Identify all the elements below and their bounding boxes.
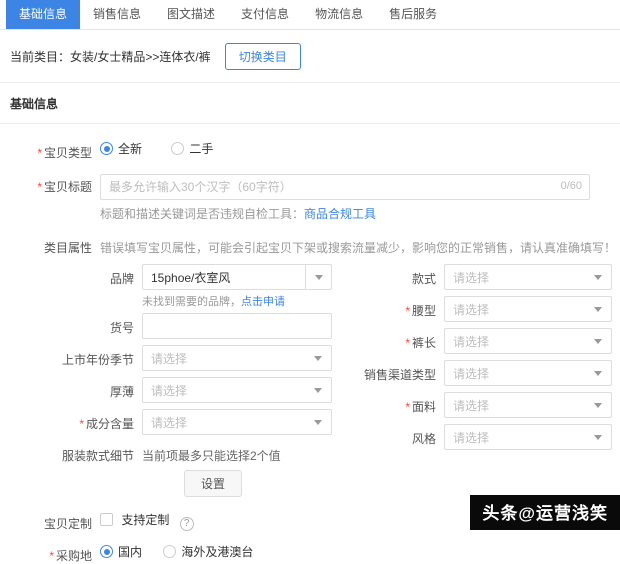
chevron-down-icon — [585, 361, 611, 385]
waist-type-label: 腰型 — [342, 296, 444, 322]
radio-used[interactable]: 二手 — [171, 140, 213, 157]
brand-apply-link[interactable]: 点击申请 — [241, 296, 285, 308]
launch-season-select[interactable]: 请选择 — [142, 345, 332, 371]
launch-season-label: 上市年份季节 — [10, 345, 142, 371]
style-detail-settings-button[interactable]: 设置 — [184, 470, 242, 497]
tab-logistics-info[interactable]: 物流信息 — [302, 0, 376, 29]
props-warning: 错误填写宝贝属性，可能会引起宝贝下架或搜索流量减少，影响您的正常销售，请认真准确… — [100, 235, 620, 256]
sales-channel-select[interactable]: 请选择 — [444, 360, 612, 386]
title-label: 宝贝标题 — [10, 174, 100, 222]
radio-icon — [100, 545, 113, 558]
fabric-select[interactable]: 请选择 — [444, 392, 612, 418]
style-label: 风格 — [342, 424, 444, 450]
tab-description[interactable]: 图文描述 — [154, 0, 228, 29]
chevron-down-icon — [305, 378, 331, 402]
item-number-input[interactable] — [142, 313, 332, 339]
switch-category-button[interactable]: 切换类目 — [225, 43, 301, 70]
style-detail-note: 当前项最多只能选择2个值 — [142, 441, 332, 464]
radio-new[interactable]: 全新 — [100, 140, 142, 157]
chevron-down-icon — [585, 329, 611, 353]
chevron-down-icon — [585, 265, 611, 289]
props-label: 类目属性 — [10, 235, 100, 256]
composition-label: 成分含量 — [10, 409, 142, 435]
pants-length-select[interactable]: 请选择 — [444, 328, 612, 354]
help-icon[interactable]: ? — [180, 517, 194, 531]
thickness-select[interactable]: 请选择 — [142, 377, 332, 403]
style-select[interactable]: 请选择 — [444, 424, 612, 450]
tab-payment-info[interactable]: 支付信息 — [228, 0, 302, 29]
tab-basic-info[interactable]: 基础信息 — [6, 0, 80, 29]
tab-aftersale-service[interactable]: 售后服务 — [376, 0, 450, 29]
brand-select-value: 15phoe/衣室风 — [143, 269, 305, 286]
radio-icon — [171, 142, 184, 155]
customize-checkbox[interactable]: 支持定制 — [100, 513, 173, 527]
category-bar: 当前类目：女装/女士精品>>连体衣/裤 切换类目 — [0, 30, 620, 83]
fabric-label: 面料 — [342, 392, 444, 418]
chevron-down-icon — [585, 393, 611, 417]
watermark: 头条@运营浅笑 — [470, 495, 620, 530]
pattern-select[interactable]: 请选择 — [444, 264, 612, 290]
compliance-tool-link[interactable]: 商品合规工具 — [304, 207, 376, 221]
purchase-place-label: 采购地 — [10, 543, 100, 564]
composition-select[interactable]: 请选择 — [142, 409, 332, 435]
thickness-label: 厚薄 — [10, 377, 142, 403]
style-select-value: 请选择 — [445, 429, 585, 446]
radio-used-label: 二手 — [189, 140, 213, 157]
radio-domestic[interactable]: 国内 — [100, 543, 142, 560]
chevron-down-icon — [305, 265, 331, 289]
brand-label: 品牌 — [10, 264, 142, 309]
chevron-down-icon — [585, 297, 611, 321]
radio-overseas[interactable]: 海外及港澳台 — [163, 543, 253, 560]
title-input[interactable] — [100, 174, 590, 200]
title-hint: 标题和描述关键词是否违规自检工具： — [100, 207, 304, 221]
radio-new-label: 全新 — [118, 140, 142, 157]
radio-overseas-label: 海外及港澳台 — [181, 543, 253, 560]
thickness-select-value: 请选择 — [143, 382, 305, 399]
brand-hint: 未找到需要的品牌， — [142, 296, 241, 308]
pattern-select-value: 请选择 — [445, 269, 585, 286]
radio-icon — [163, 545, 176, 558]
props-grid: 品牌 15phoe/衣室风 未找到需要的品牌，点击申请 货号 — [10, 264, 620, 497]
composition-select-value: 请选择 — [143, 414, 305, 431]
section-title: 基础信息 — [0, 83, 620, 124]
sales-channel-label: 销售渠道类型 — [342, 360, 444, 386]
brand-select[interactable]: 15phoe/衣室风 — [142, 264, 332, 290]
checkbox-icon — [100, 513, 113, 526]
fabric-select-value: 请选择 — [445, 397, 585, 414]
tab-sales-info[interactable]: 销售信息 — [80, 0, 154, 29]
radio-domestic-label: 国内 — [118, 543, 142, 560]
item-type-label: 宝贝类型 — [10, 140, 100, 161]
pants-length-label: 裤长 — [342, 328, 444, 354]
customize-label: 宝贝定制 — [10, 511, 100, 532]
pants-length-select-value: 请选择 — [445, 333, 585, 350]
chevron-down-icon — [305, 346, 331, 370]
waist-type-select[interactable]: 请选择 — [444, 296, 612, 322]
waist-type-select-value: 请选择 — [445, 301, 585, 318]
sales-channel-select-value: 请选择 — [445, 365, 585, 382]
pattern-label: 款式 — [342, 264, 444, 290]
chevron-down-icon — [305, 410, 331, 434]
launch-season-select-value: 请选择 — [143, 350, 305, 367]
top-tabbar: 基础信息 销售信息 图文描述 支付信息 物流信息 售后服务 — [0, 0, 620, 30]
current-category-label: 当前类目：女装/女士精品>>连体衣/裤 — [10, 48, 211, 65]
style-detail-label: 服装款式细节 — [10, 441, 142, 497]
radio-icon — [100, 142, 113, 155]
chevron-down-icon — [585, 425, 611, 449]
customize-checkbox-label: 支持定制 — [121, 513, 169, 527]
item-number-label: 货号 — [10, 313, 142, 339]
title-counter: 0/60 — [561, 180, 582, 192]
